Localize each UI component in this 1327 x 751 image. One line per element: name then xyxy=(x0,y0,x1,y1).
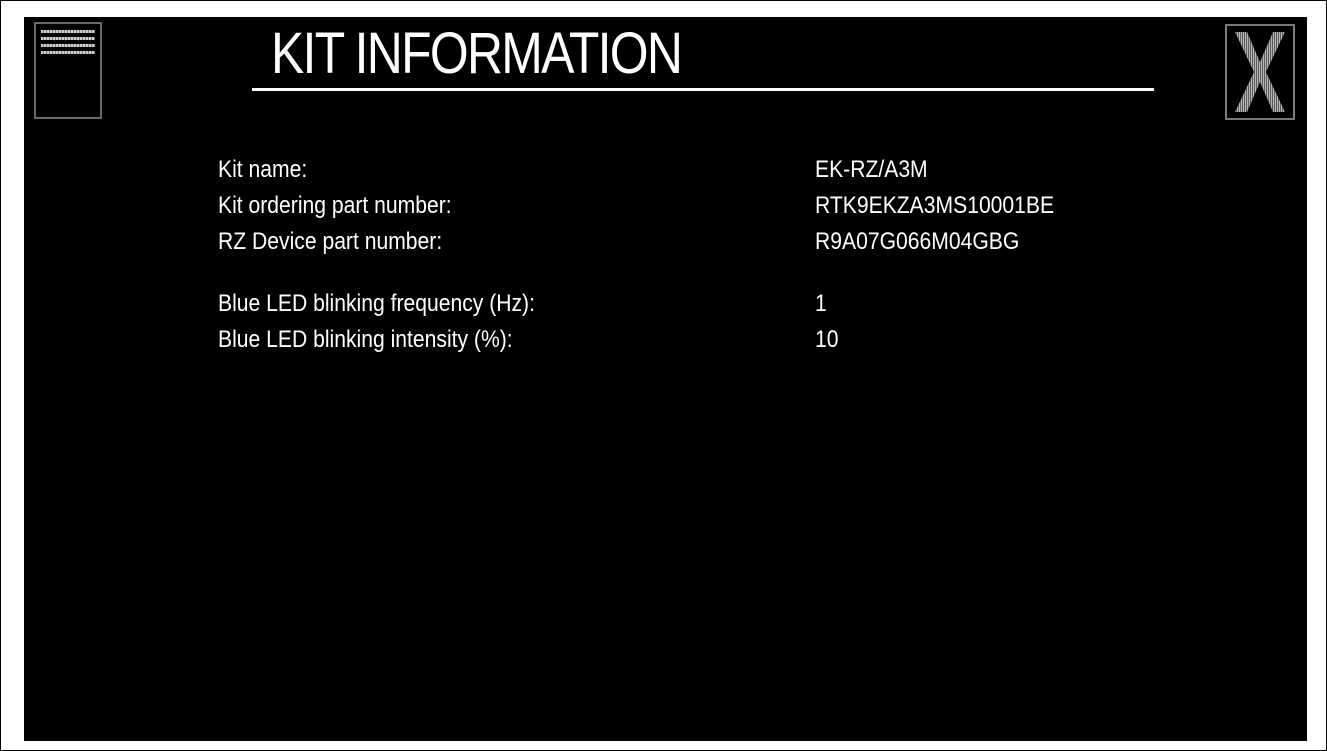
kit-ordering-part-number-value: RTK9EKZA3MS10001BE xyxy=(815,192,1055,219)
device-part-number-row: RZ Device part number: R9A07G066M04GBG xyxy=(218,224,1218,260)
page-title: KIT INFORMATION xyxy=(271,21,683,86)
device-part-number-label: RZ Device part number: xyxy=(218,228,443,255)
kit-info-list: Kit name: EK-RZ/A3M Kit ordering part nu… xyxy=(218,152,1218,358)
close-button[interactable] xyxy=(1225,24,1295,120)
kit-name-value: EK-RZ/A3M xyxy=(815,156,928,183)
menu-icon xyxy=(41,30,95,66)
kit-information-screen: KIT INFORMATION Kit name: EK-RZ/A3M Kit … xyxy=(24,17,1307,741)
led-frequency-row: Blue LED blinking frequency (Hz): 1 xyxy=(218,286,1218,322)
device-part-number-value: R9A07G066M04GBG xyxy=(815,228,1020,255)
led-intensity-row: Blue LED blinking intensity (%): 10 xyxy=(218,322,1218,358)
kit-ordering-part-number-label: Kit ordering part number: xyxy=(218,192,452,219)
title-underline xyxy=(252,88,1154,91)
kit-name-label: Kit name: xyxy=(218,156,308,183)
kit-ordering-part-number-row: Kit ordering part number: RTK9EKZA3MS100… xyxy=(218,188,1218,224)
led-intensity-value: 10 xyxy=(815,326,839,353)
kit-name-row: Kit name: EK-RZ/A3M xyxy=(218,152,1218,188)
led-intensity-label: Blue LED blinking intensity (%): xyxy=(218,326,513,353)
led-frequency-value: 1 xyxy=(815,290,827,317)
led-frequency-label: Blue LED blinking frequency (Hz): xyxy=(218,290,535,317)
menu-button[interactable] xyxy=(34,22,102,119)
page-frame: KIT INFORMATION Kit name: EK-RZ/A3M Kit … xyxy=(0,0,1327,751)
close-icon xyxy=(1235,32,1285,112)
